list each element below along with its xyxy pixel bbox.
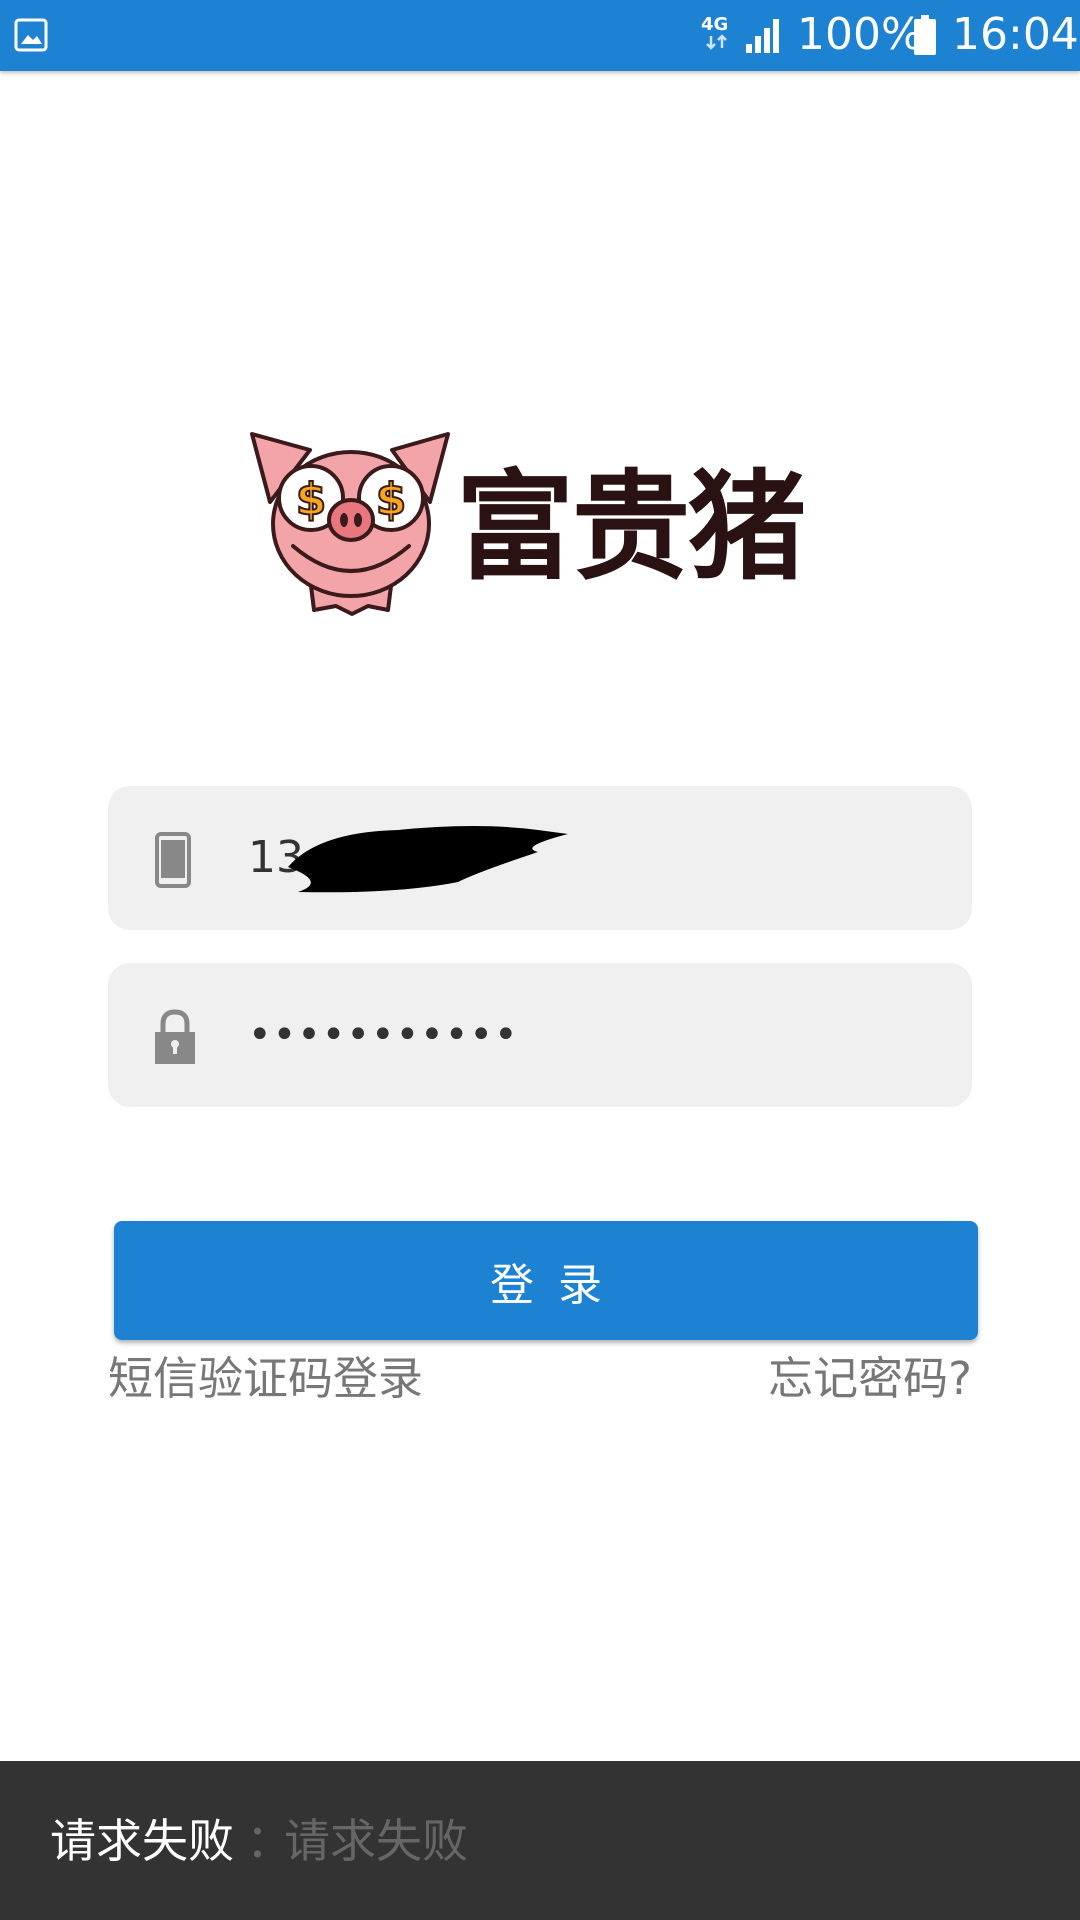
forgot-password-link[interactable]: 忘记密码?	[768, 1346, 972, 1412]
brand-name: 富贵猪	[456, 458, 806, 596]
redaction-scribble	[288, 826, 568, 893]
lock-icon	[155, 1009, 195, 1064]
pig-logo-icon: $ $	[250, 432, 450, 616]
svg-text:$: $	[376, 474, 407, 525]
error-toast: 请求失败 ： 请求失败	[0, 1761, 1080, 1920]
password-field[interactable]	[108, 963, 972, 1107]
login-button[interactable]: 登录	[114, 1221, 978, 1340]
phone-icon	[155, 832, 191, 888]
gallery-notification-icon	[14, 18, 48, 52]
password-input[interactable]	[236, 963, 948, 1107]
battery-icon	[914, 15, 936, 55]
svg-text:$: $	[296, 474, 327, 525]
network-4g-icon: 4G	[701, 14, 728, 50]
toast-title: 请求失败	[50, 1814, 234, 1868]
toast-detail: 请求失败	[284, 1814, 468, 1868]
battery-percentage: 100%	[797, 9, 923, 60]
svg-text:4G: 4G	[701, 14, 728, 35]
status-bar: 4G 100% 16:04	[0, 0, 1080, 71]
signal-strength-icon	[746, 19, 779, 53]
sms-login-link[interactable]: 短信验证码登录	[108, 1346, 423, 1412]
clock: 16:04	[952, 9, 1079, 60]
